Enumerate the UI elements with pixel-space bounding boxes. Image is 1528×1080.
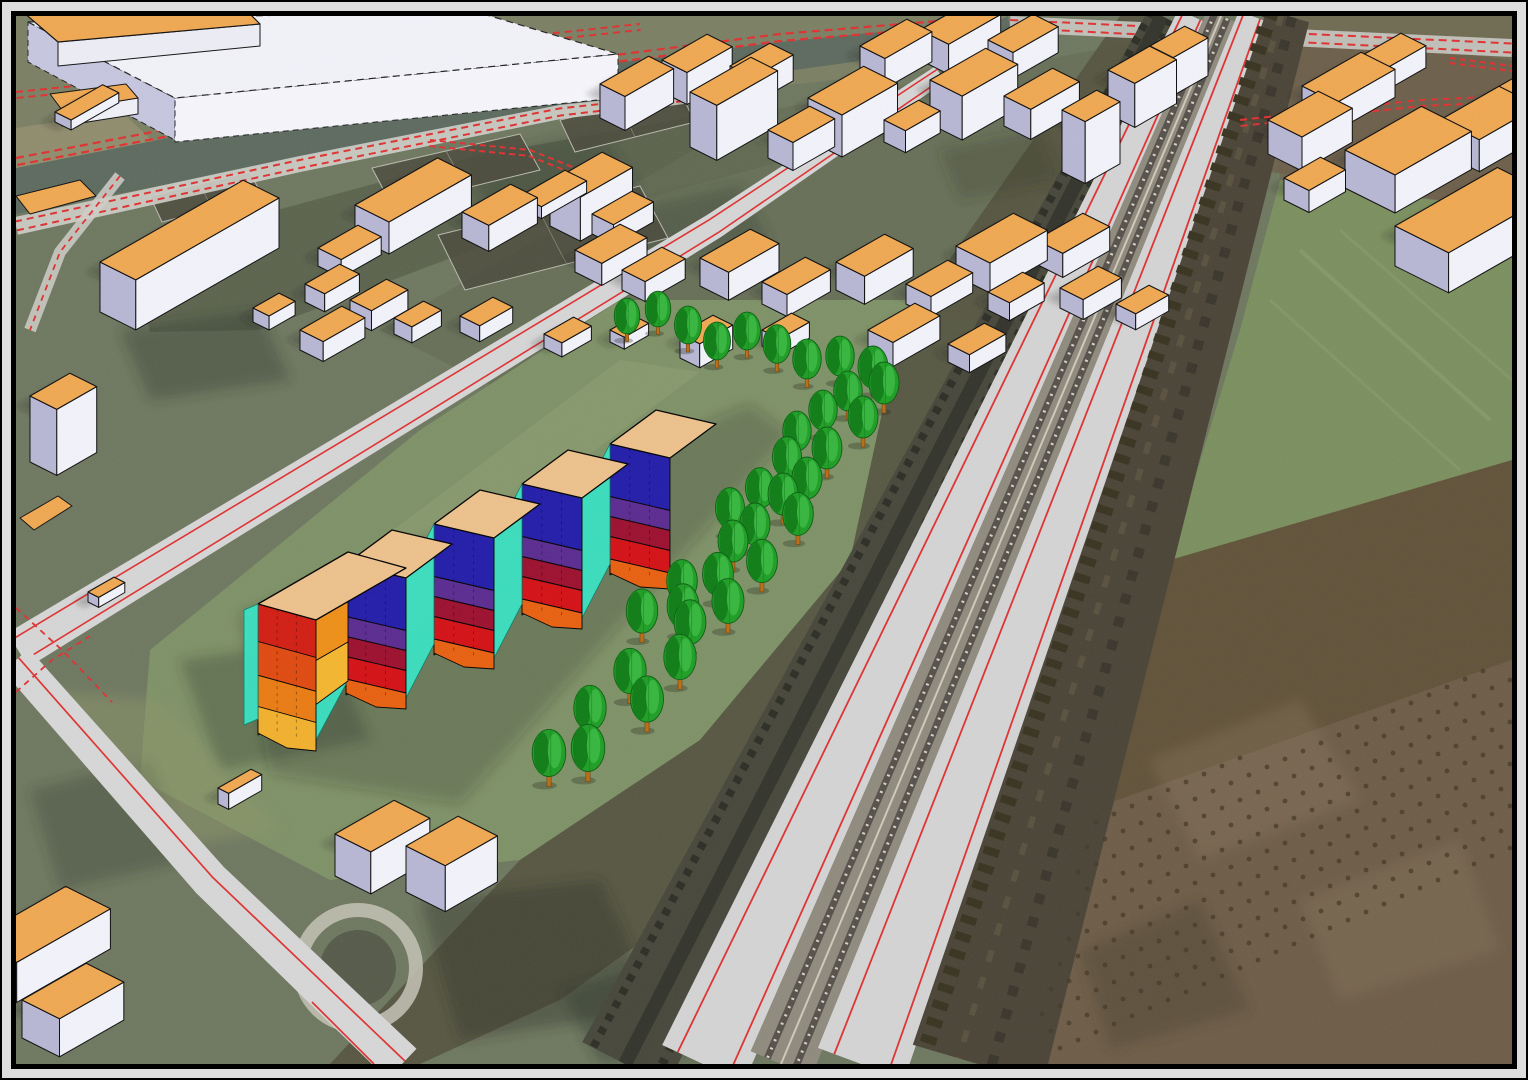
- 3d-map-viewport[interactable]: [16, 16, 1512, 1064]
- screenshot-stage: [0, 0, 1528, 1080]
- 3d-scene-canvas[interactable]: [16, 16, 1512, 1064]
- photo-grain: [16, 16, 1512, 1064]
